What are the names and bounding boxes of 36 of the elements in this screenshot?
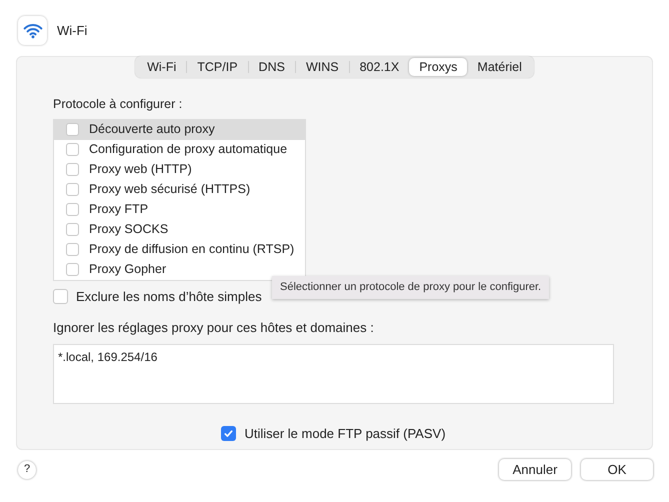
checkbox[interactable] [66,263,79,276]
checkbox[interactable] [53,289,68,304]
checkbox[interactable] [221,426,236,441]
tab[interactable]: Matériel [467,58,532,76]
wifi-icon [18,16,47,45]
tab[interactable]: Proxys [409,58,468,76]
checkbox[interactable] [66,243,79,256]
protocol-item[interactable]: Proxy web sécurisé (HTTPS) [54,180,305,200]
tab[interactable]: WINS [296,58,349,76]
tab[interactable]: DNS [248,58,295,76]
bypass-field[interactable]: *.local, 169.254/16 [53,344,614,404]
checkbox[interactable] [66,223,79,236]
section-label: Ignorer les réglages proxy pour ces hôtes et domaines : [53,319,375,338]
protocol-item[interactable]: Proxy SOCKS [54,220,305,240]
checkbox-label: Utiliser le mode FTP passif (PASV) [244,424,446,443]
tooltip: Sélectionner un protocole de proxy pour le configurer. [272,276,550,298]
checkmark-icon [223,428,234,439]
tab[interactable]: 802.1X [350,58,410,76]
checkbox[interactable] [66,183,79,196]
protocol-item[interactable]: Découverte auto proxy [54,120,305,140]
protocol-item[interactable]: Configuration de proxy automatique [54,140,305,160]
protocol-item[interactable]: Proxy web (HTTP) [54,160,305,180]
checkbox-label: Exclure les noms d’hôte simples [76,288,262,306]
tab[interactable]: Wi-Fi [137,58,186,76]
section-label: Protocole à configurer : [53,96,184,113]
tab[interactable]: TCP/IP [187,58,248,76]
window-title: Wi-Fi [57,22,88,40]
checkbox[interactable] [66,123,79,136]
dialog-button[interactable]: Annuler [499,459,571,480]
dialog-button[interactable]: OK [581,459,653,480]
checkbox[interactable] [66,203,79,216]
protocol-item[interactable]: Proxy FTP [54,200,305,220]
checkbox[interactable] [66,163,79,176]
protocol-item[interactable]: Proxy de diffusion en continu (RTSP) [54,240,305,260]
checkbox[interactable] [66,143,79,156]
help-button[interactable]: ? [18,460,36,478]
